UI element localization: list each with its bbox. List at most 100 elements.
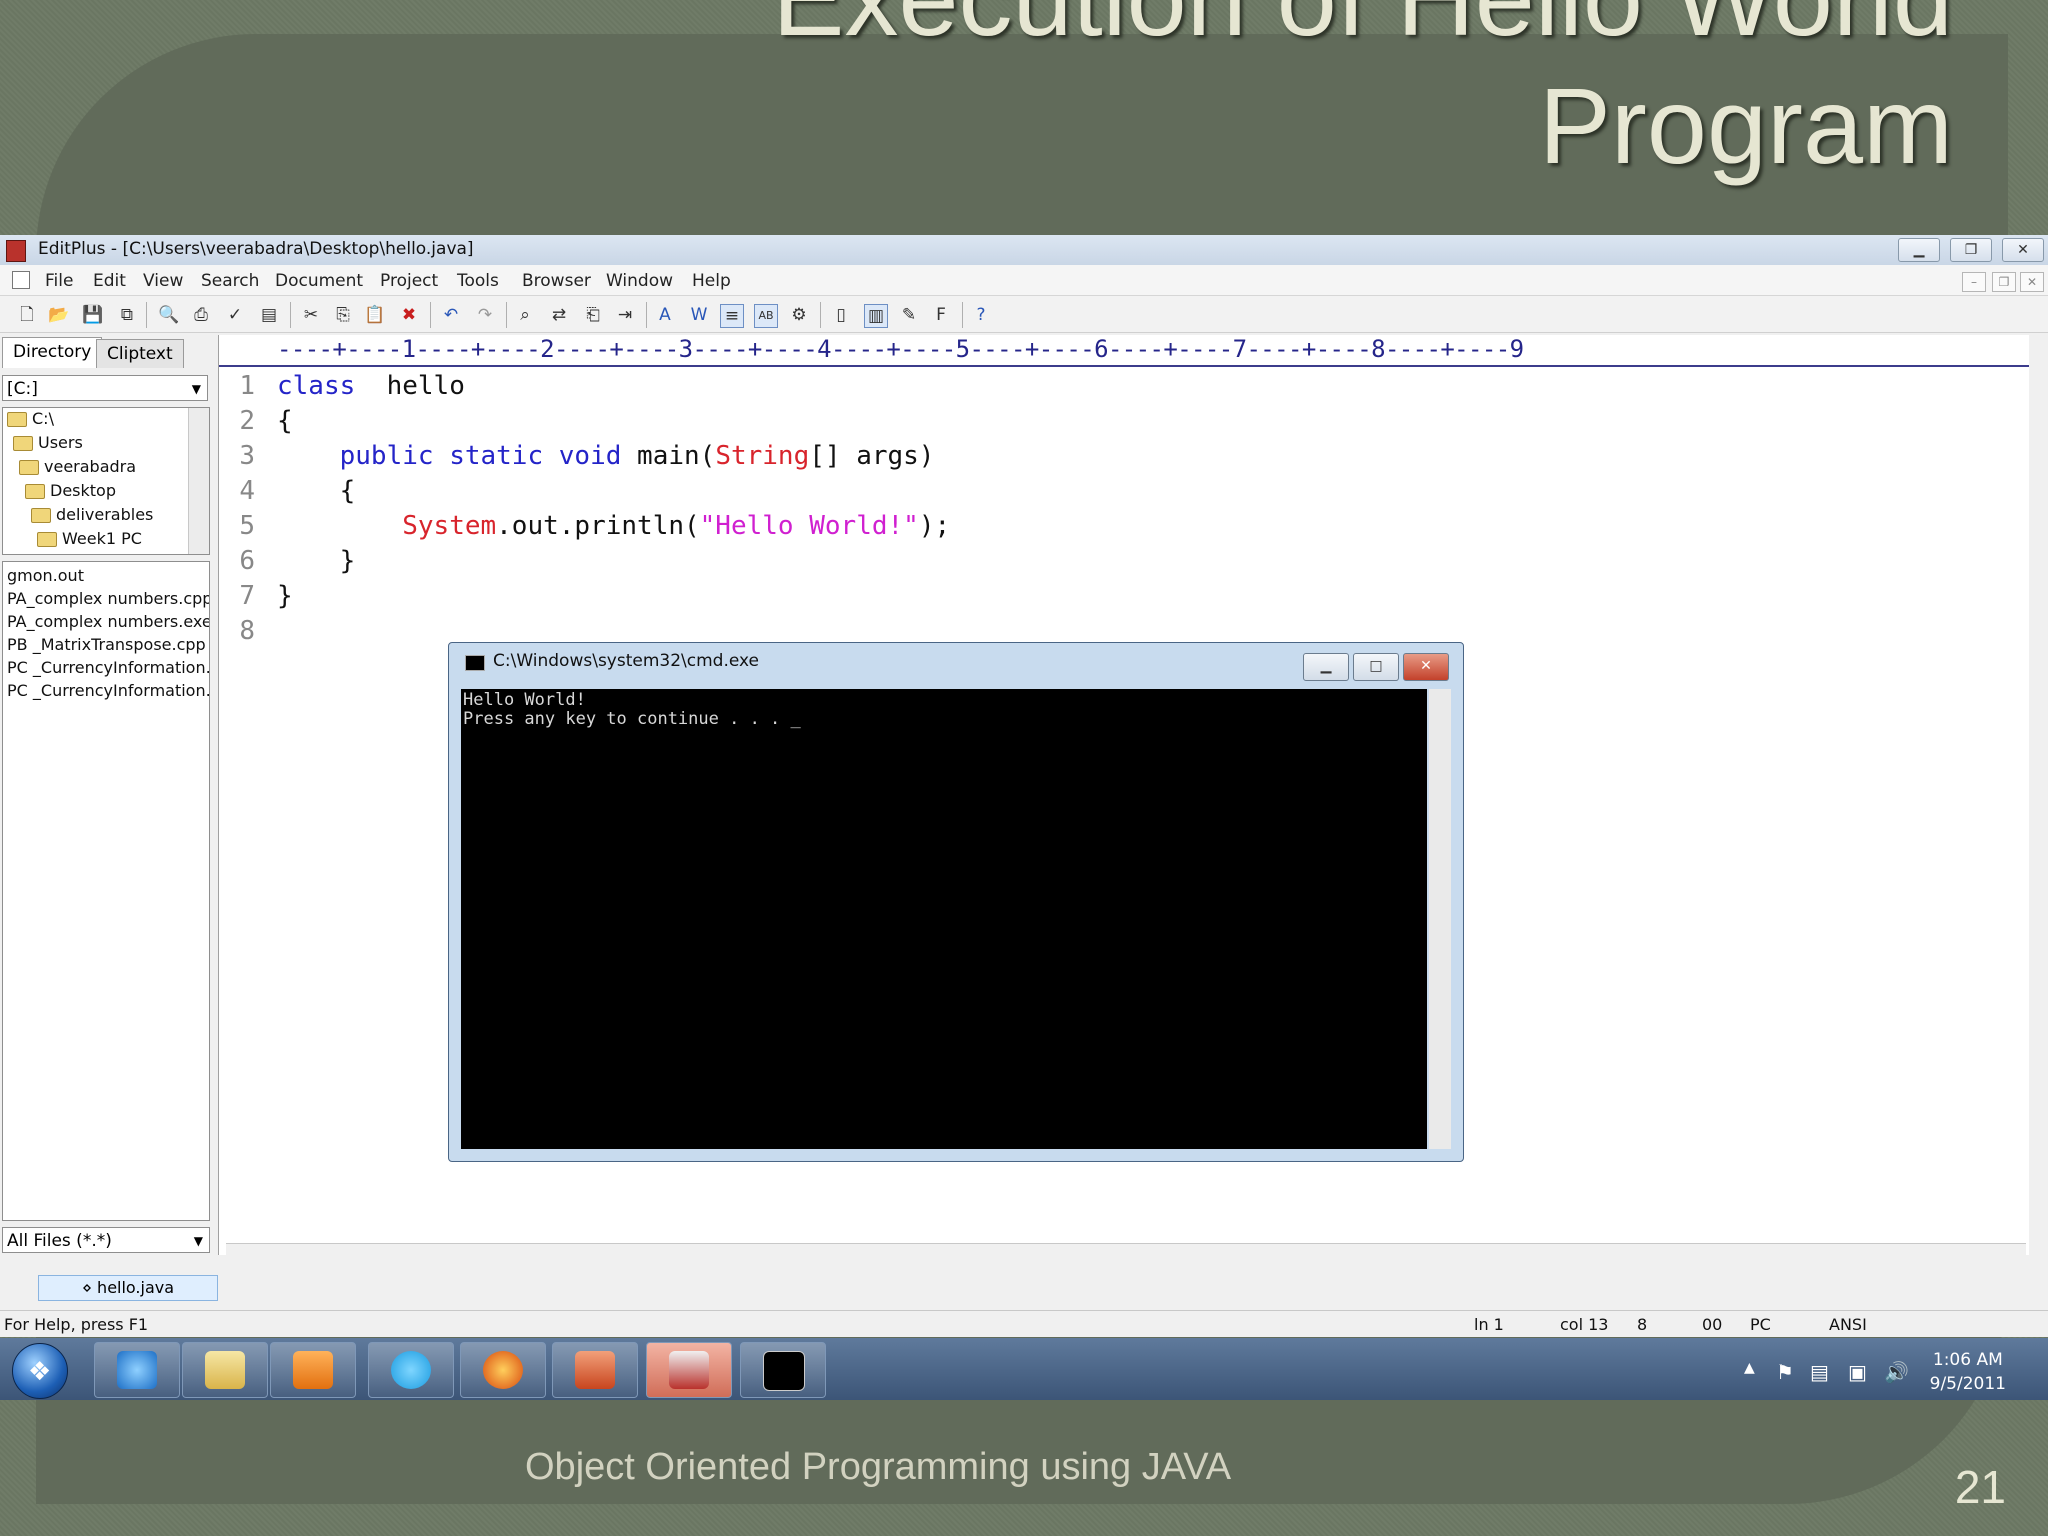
- mdi-close-button[interactable]: ✕: [2020, 272, 2044, 292]
- slide-title-line1: Execution of Hello World: [772, 0, 1953, 62]
- save-all-icon[interactable]: ⧉: [116, 304, 138, 326]
- print-icon[interactable]: ⎙: [190, 304, 212, 326]
- open-file-icon[interactable]: 📂: [48, 304, 70, 326]
- print-preview-icon[interactable]: 🔍: [158, 304, 180, 326]
- menu-browser[interactable]: Browser: [522, 271, 591, 291]
- menu-search[interactable]: Search: [201, 271, 259, 291]
- redo-icon[interactable]: ↷: [474, 304, 496, 326]
- line-numbers-icon[interactable]: ≡: [720, 304, 744, 328]
- find-in-files-icon[interactable]: ⎗: [582, 304, 604, 326]
- minimize-button[interactable]: ▁: [1898, 238, 1940, 262]
- menu-document[interactable]: Document: [275, 271, 363, 291]
- full-screen-icon[interactable]: F: [930, 304, 952, 326]
- taskbar-internet-explorer[interactable]: [94, 1342, 180, 1398]
- list-item[interactable]: gmon.out: [7, 566, 84, 585]
- network-icon[interactable]: ▣: [1848, 1360, 1867, 1384]
- cut-icon[interactable]: ✂: [300, 304, 322, 326]
- cliptext-window-icon[interactable]: ▥: [864, 304, 888, 328]
- restore-button[interactable]: ❐: [1950, 238, 1992, 262]
- menu-window[interactable]: Window: [606, 271, 673, 291]
- console-output[interactable]: Hello World! Press any key to continue .…: [461, 689, 1427, 1149]
- file-filter-select[interactable]: All Files (*.*) ▼: [2, 1227, 210, 1253]
- cmd-icon: [763, 1351, 805, 1391]
- taskbar-cmd[interactable]: [740, 1342, 826, 1398]
- menu-tools[interactable]: Tools: [457, 271, 499, 291]
- document-icon[interactable]: [12, 271, 30, 289]
- list-item[interactable]: PC _CurrencyInformation.: [7, 658, 209, 677]
- goto-line-icon[interactable]: ⇥: [614, 304, 636, 326]
- action-center-flag-icon[interactable]: ⚑: [1776, 1360, 1794, 1384]
- clip-icon[interactable]: ▤: [258, 304, 280, 326]
- help-icon[interactable]: ?: [970, 304, 992, 326]
- font-icon[interactable]: A: [654, 304, 676, 326]
- folder-icon: [7, 412, 27, 427]
- menu-help[interactable]: Help: [692, 271, 731, 291]
- menu-view[interactable]: View: [143, 271, 183, 291]
- preferences-icon[interactable]: ⚙: [788, 304, 810, 326]
- word-wrap-icon[interactable]: W: [688, 304, 710, 326]
- taskbar-presentation[interactable]: [552, 1342, 638, 1398]
- spell-check-icon[interactable]: ✓: [224, 304, 246, 326]
- folder-icon: [205, 1351, 245, 1389]
- horizontal-scrollbar[interactable]: [226, 1243, 2026, 1264]
- menu-edit[interactable]: Edit: [93, 271, 126, 291]
- tree-item[interactable]: Desktop: [25, 480, 116, 502]
- directory-window-icon[interactable]: ▯: [830, 304, 852, 326]
- taskbar-media-player[interactable]: [270, 1342, 356, 1398]
- tree-item[interactable]: Users: [13, 432, 83, 454]
- cmd-scrollbar[interactable]: [1429, 689, 1451, 1149]
- file-list: gmon.out PA_complex numbers.cpp PA_compl…: [2, 561, 210, 1221]
- find-icon[interactable]: ⌕: [514, 304, 536, 326]
- volume-icon[interactable]: 🔊: [1884, 1360, 1909, 1384]
- taskbar-firefox[interactable]: [460, 1342, 546, 1398]
- taskbar-clock[interactable]: 1:06 AM 9/5/2011: [1930, 1348, 2006, 1396]
- output-window-icon[interactable]: ✎: [898, 304, 920, 326]
- save-icon[interactable]: 💾: [82, 304, 104, 326]
- tab-directory[interactable]: Directory: [2, 337, 103, 368]
- editplus-icon: [669, 1351, 709, 1389]
- slide-title: Execution of Hello World Program: [772, 0, 1953, 190]
- delete-icon[interactable]: ✖: [398, 304, 420, 326]
- start-button[interactable]: ❖: [12, 1343, 68, 1399]
- cmd-maximize-button[interactable]: □: [1353, 653, 1399, 681]
- taskbar-editplus[interactable]: [646, 1342, 732, 1398]
- menu-project[interactable]: Project: [380, 271, 438, 291]
- editplus-app-icon: [6, 240, 26, 262]
- replace-icon[interactable]: ⇄: [548, 304, 570, 326]
- mdi-restore-button[interactable]: ❐: [1992, 272, 2016, 292]
- menu-file[interactable]: File: [45, 271, 73, 291]
- new-file-icon[interactable]: 🗋: [16, 304, 38, 326]
- drive-select[interactable]: [C:] ▼: [2, 375, 208, 401]
- cmd-close-button[interactable]: ✕: [1403, 653, 1449, 681]
- taskbar-explorer[interactable]: [182, 1342, 268, 1398]
- title-bar: EditPlus - [C:\Users\veerabadra\Desktop\…: [0, 235, 2048, 266]
- undo-icon[interactable]: ↶: [440, 304, 462, 326]
- list-item[interactable]: PA_complex numbers.cpp: [7, 589, 209, 608]
- skype-icon: [391, 1351, 431, 1389]
- list-item[interactable]: PC _CurrencyInformation.: [7, 681, 209, 700]
- ruler-icon[interactable]: AB: [754, 304, 778, 328]
- list-item[interactable]: PB _MatrixTranspose.cpp: [7, 635, 206, 654]
- folder-tree: C:\ Users veerabadra Desktop deliverable…: [2, 407, 210, 555]
- drive-value: [C:]: [7, 379, 38, 399]
- copy-icon[interactable]: ⎘: [332, 304, 354, 326]
- taskbar-skype[interactable]: [368, 1342, 454, 1398]
- tree-item[interactable]: Week1 PC: [37, 528, 142, 550]
- tree-scrollbar[interactable]: [188, 408, 209, 554]
- close-button[interactable]: ✕: [2002, 238, 2044, 262]
- tray-expand-icon[interactable]: ▲: [1744, 1360, 1755, 1376]
- cmd-minimize-button[interactable]: ▁: [1303, 653, 1349, 681]
- device-icon[interactable]: ▤: [1810, 1360, 1829, 1384]
- tree-item[interactable]: deliverables: [31, 504, 153, 526]
- mdi-minimize-button[interactable]: –: [1962, 272, 1986, 292]
- tab-cliptext[interactable]: Cliptext: [96, 339, 184, 368]
- document-tab[interactable]: ⋄ hello.java: [38, 1275, 218, 1301]
- list-item[interactable]: PA_complex numbers.exe: [7, 612, 209, 631]
- clock-time: 1:06 AM: [1932, 1350, 2003, 1370]
- file-tab-icon: ⋄: [81, 1278, 98, 1297]
- tree-item[interactable]: C:\: [7, 408, 54, 430]
- tree-item[interactable]: veerabadra: [19, 456, 136, 478]
- directory-panel: Directory Cliptext [C:] ▼ C:\ Users veer…: [0, 333, 214, 1255]
- paste-icon[interactable]: 📋: [364, 304, 386, 326]
- status-mode: PC: [1750, 1315, 1771, 1334]
